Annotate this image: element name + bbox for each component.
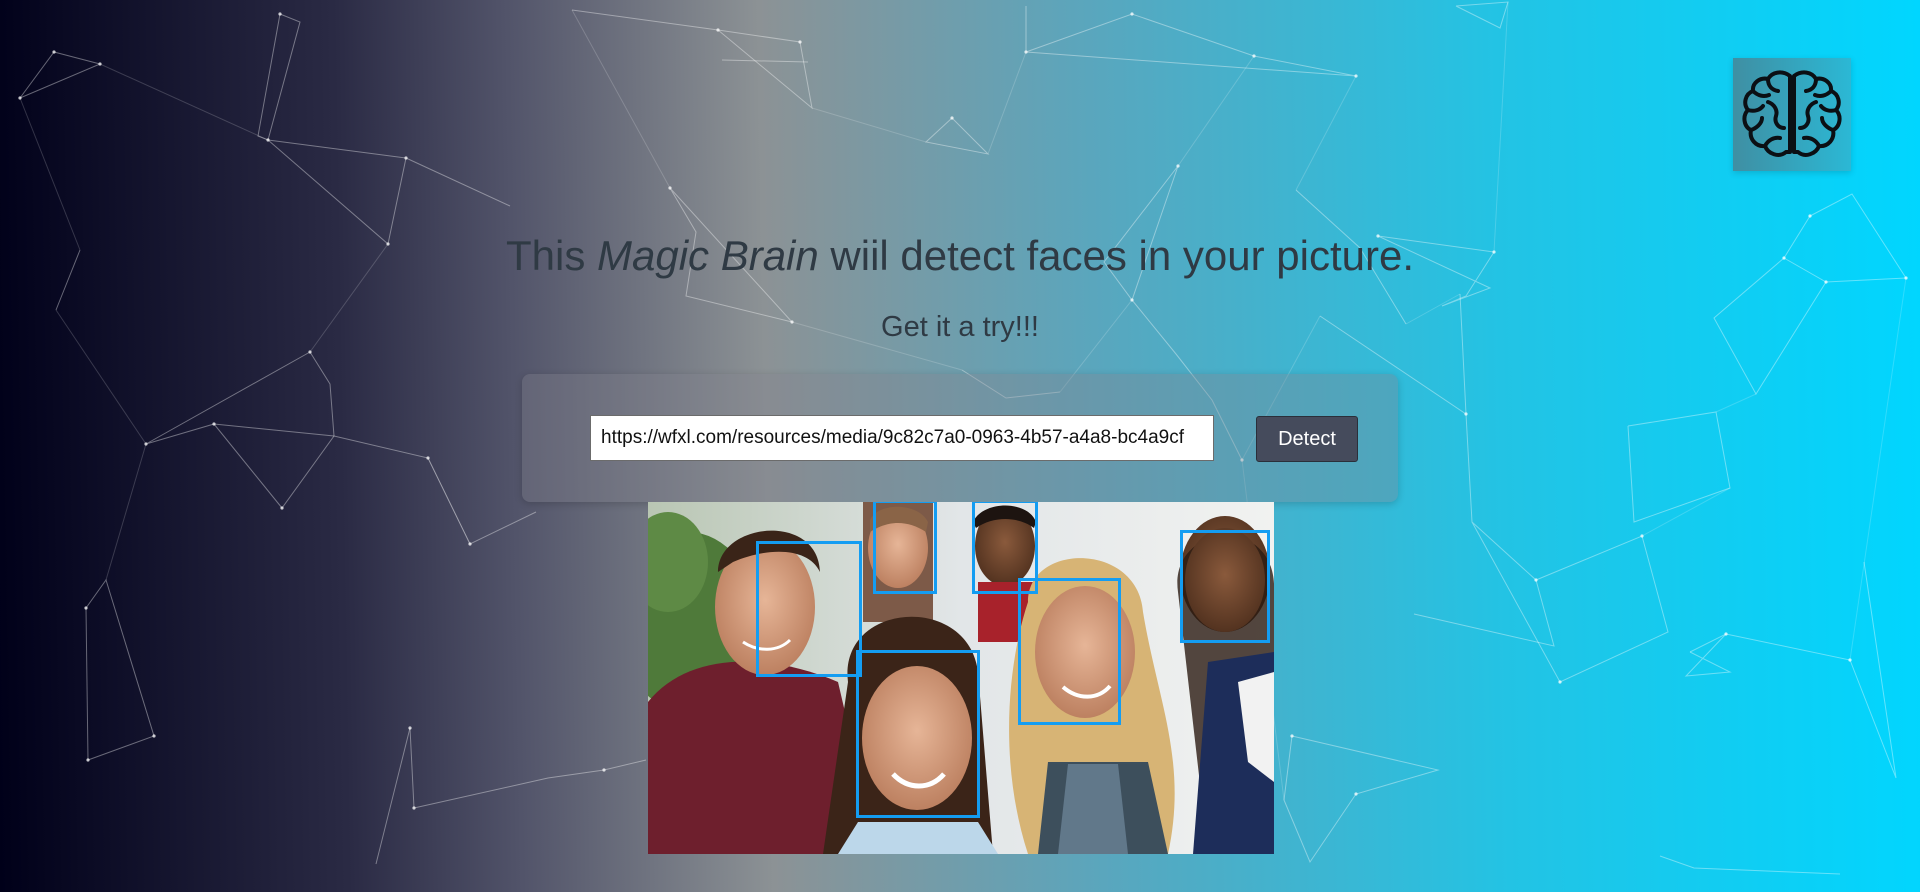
face-box — [873, 502, 937, 594]
image-url-input[interactable] — [590, 415, 1214, 461]
face-box — [1018, 578, 1121, 725]
page-title: This Magic Brain wiil detect faces in yo… — [0, 232, 1920, 280]
detect-button[interactable]: Detect — [1256, 416, 1358, 462]
page-subtitle: Get it a try!!! — [881, 311, 1039, 343]
image-url-form: Detect — [522, 374, 1398, 502]
face-box — [1180, 530, 1270, 643]
page-title-emphasis: Magic Brain — [596, 232, 819, 279]
result-image — [648, 502, 1274, 854]
logo[interactable] — [1733, 58, 1851, 171]
face-box — [756, 541, 862, 677]
page-title-suffix: wiil detect faces in your picture. — [818, 232, 1415, 279]
brain-icon — [1742, 69, 1842, 157]
face-box — [856, 650, 980, 818]
page-title-prefix: This — [505, 232, 597, 279]
